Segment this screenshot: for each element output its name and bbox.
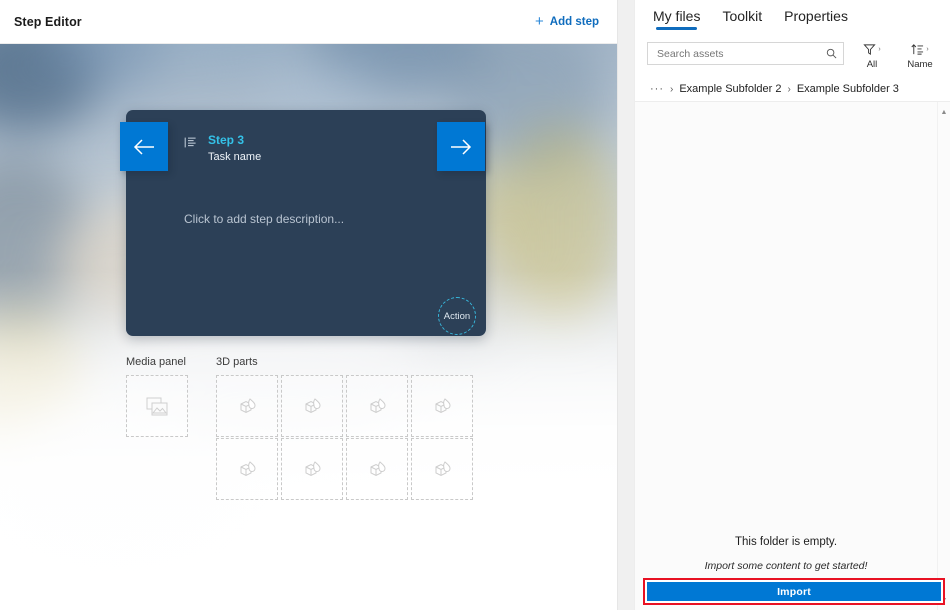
step-description-input[interactable]: Click to add step description... (184, 212, 344, 226)
app-window: Step Editor + Add step (0, 0, 950, 610)
chevron-right-icon: › (926, 46, 928, 53)
caret-up-icon[interactable]: ▲ (938, 105, 950, 119)
3d-object-icon (237, 397, 257, 415)
list-icon (184, 136, 197, 154)
chevron-right-icon: › (878, 46, 880, 53)
empty-state-subtitle: Import some content to get started! (635, 560, 937, 572)
step-number-label: Step 3 (208, 133, 261, 148)
empty-state-title: This folder is empty. (635, 536, 937, 548)
media-panel-label: Media panel (126, 356, 188, 368)
add-step-label: Add step (550, 16, 599, 28)
step-editor-panel: Step Editor + Add step (0, 0, 618, 610)
3d-part-slot[interactable] (216, 375, 278, 437)
assets-toolbar: › All › Name (635, 33, 950, 70)
filter-label: All (867, 59, 878, 70)
file-list-scrollbar[interactable]: ▲ ▼ (937, 102, 950, 610)
sort-icon (911, 43, 924, 56)
step-card[interactable]: Step 3 Task name Click to add step descr… (126, 110, 486, 336)
page-title: Step Editor (14, 15, 82, 29)
3d-object-icon (432, 397, 452, 415)
add-step-button[interactable]: + Add step (535, 15, 599, 29)
3d-part-slot[interactable] (281, 375, 343, 437)
3d-parts-tray: 3D parts (216, 356, 473, 500)
sort-label: Name (907, 59, 932, 70)
3d-parts-label: 3D parts (216, 356, 473, 368)
asset-trays: Media panel 3D parts (126, 356, 473, 500)
step-editor-header: Step Editor + Add step (0, 0, 617, 44)
media-panel-tray: Media panel (126, 356, 188, 500)
breadcrumb-item-2[interactable]: Example Subfolder 3 (797, 83, 899, 95)
3d-part-slot[interactable] (281, 438, 343, 500)
3d-object-icon (302, 397, 322, 415)
file-list-area: ▲ ▼ This folder is empty. Import some co… (635, 101, 950, 610)
breadcrumb: ··· › Example Subfolder 2 › Example Subf… (635, 70, 950, 95)
task-name-label: Task name (208, 151, 261, 163)
import-button-highlight: Import (643, 578, 945, 605)
editor-stage: Step 3 Task name Click to add step descr… (0, 44, 617, 610)
tab-properties[interactable]: Properties (784, 8, 848, 31)
step-card-header: Step 3 Task name (126, 110, 486, 163)
3d-object-icon (237, 460, 257, 478)
search-icon (826, 48, 837, 59)
sort-button[interactable]: › Name (900, 42, 940, 70)
3d-part-slot[interactable] (216, 438, 278, 500)
plus-icon: + (535, 14, 544, 29)
image-stack-icon (146, 397, 168, 416)
3d-part-slot[interactable] (411, 438, 473, 500)
3d-object-icon (302, 460, 322, 478)
arrow-right-icon (449, 138, 473, 156)
breadcrumb-overflow[interactable]: ··· (650, 83, 664, 95)
import-button[interactable]: Import (647, 582, 941, 601)
previous-step-button[interactable] (120, 122, 168, 171)
empty-state: This folder is empty. Import some conten… (635, 536, 937, 572)
search-box[interactable] (647, 42, 844, 65)
next-step-button[interactable] (437, 122, 485, 171)
tab-toolkit[interactable]: Toolkit (722, 8, 762, 31)
assets-panel: My files Toolkit Properties › All (634, 0, 950, 610)
filter-button[interactable]: › All (852, 42, 892, 70)
search-input[interactable] (657, 48, 822, 60)
media-slot[interactable] (126, 375, 188, 437)
3d-part-slot[interactable] (346, 438, 408, 500)
3d-object-icon (367, 460, 387, 478)
arrow-left-icon (132, 138, 156, 156)
breadcrumb-separator-icon: › (787, 84, 790, 95)
breadcrumb-item-1[interactable]: Example Subfolder 2 (679, 83, 781, 95)
action-chip[interactable]: Action (438, 297, 476, 335)
panel-tabs: My files Toolkit Properties (635, 0, 950, 33)
3d-parts-grid (216, 375, 473, 500)
filter-icon (863, 43, 876, 56)
3d-object-icon (432, 460, 452, 478)
breadcrumb-separator-icon: › (670, 84, 673, 95)
tab-my-files[interactable]: My files (653, 8, 700, 31)
3d-part-slot[interactable] (411, 375, 473, 437)
3d-part-slot[interactable] (346, 375, 408, 437)
3d-object-icon (367, 397, 387, 415)
